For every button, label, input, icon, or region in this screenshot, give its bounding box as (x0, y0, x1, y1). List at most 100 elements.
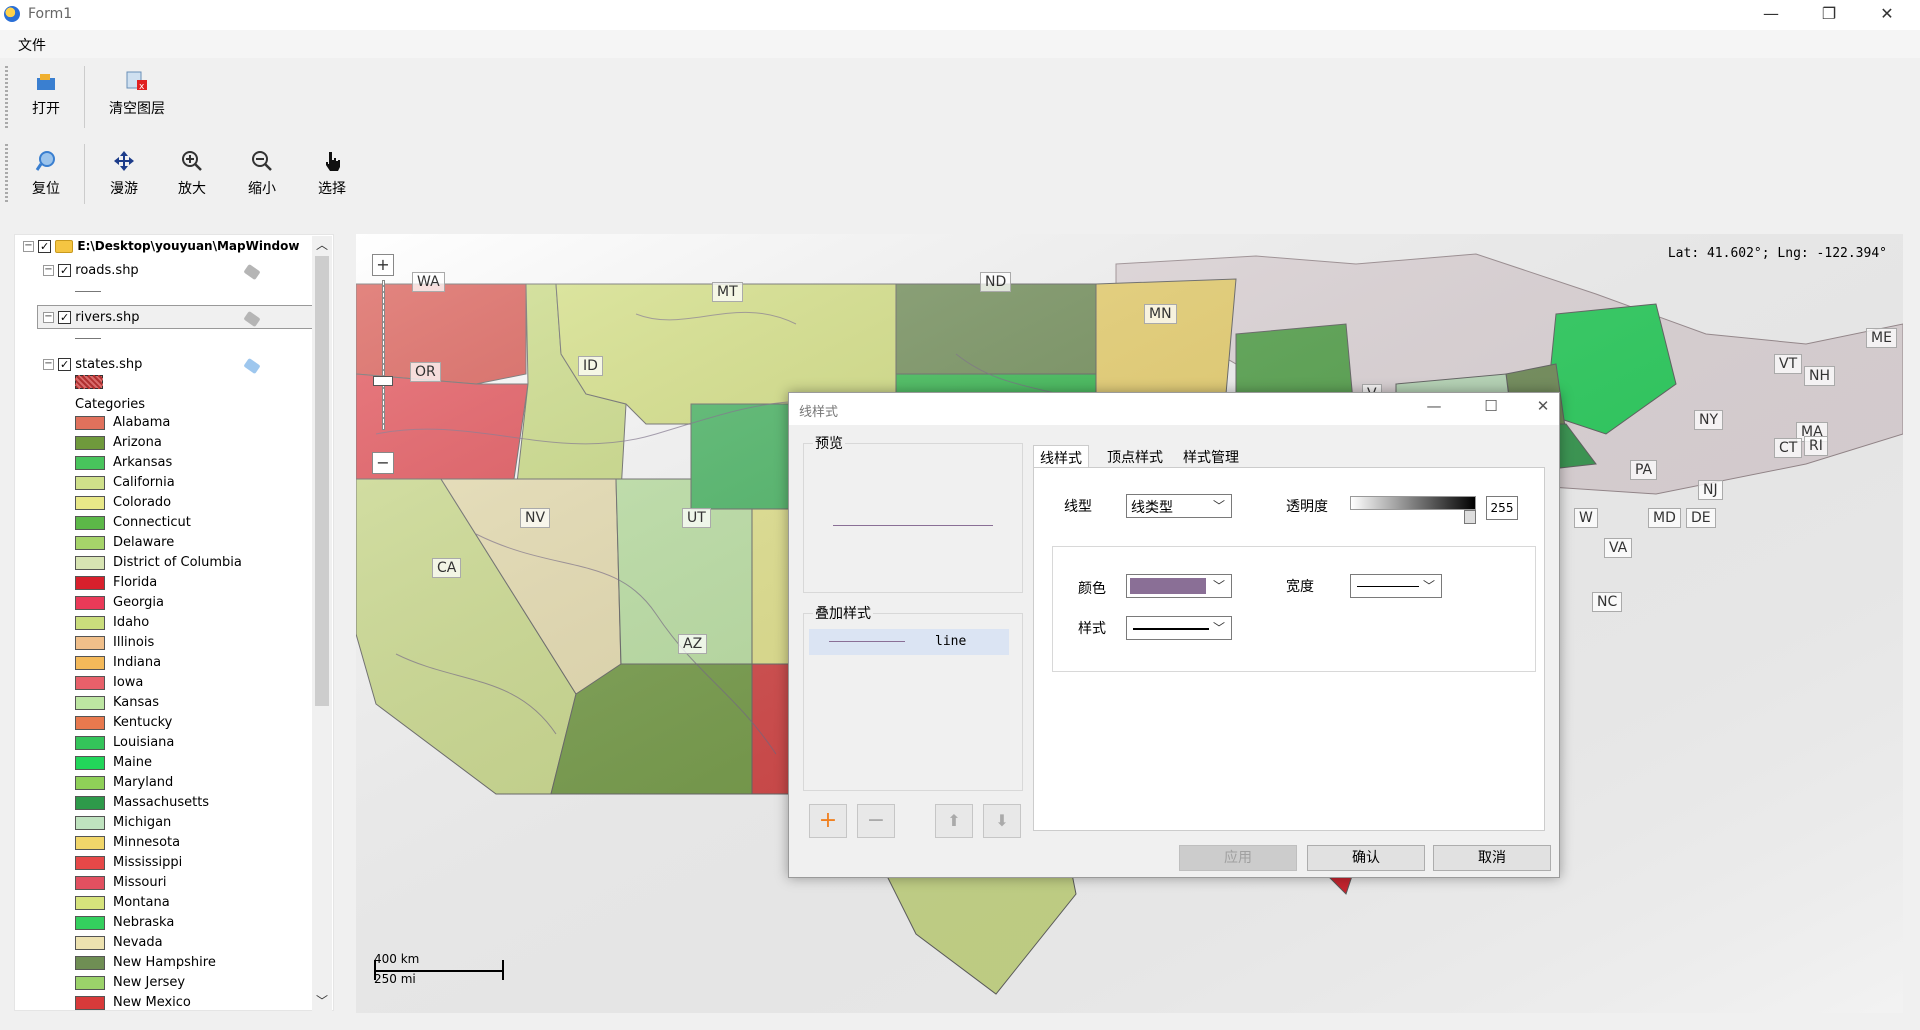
category-item[interactable]: Michigan (75, 815, 171, 835)
minimize-button[interactable]: — (1742, 0, 1800, 30)
line-type-select[interactable]: 线类型 ﹀ (1126, 494, 1232, 518)
line-symbol (75, 338, 101, 339)
opacity-slider[interactable] (1350, 496, 1476, 510)
dialog-minimize-button[interactable]: — (1414, 397, 1454, 421)
cancel-button[interactable]: 取消 (1433, 845, 1551, 871)
scroll-thumb[interactable] (315, 256, 329, 706)
reset-button[interactable]: 复位 (22, 150, 70, 198)
category-item[interactable]: Arkansas (75, 455, 172, 475)
category-item[interactable]: Kansas (75, 695, 159, 715)
zoom-in-map-button[interactable]: + (372, 254, 394, 276)
category-item[interactable]: Delaware (75, 535, 174, 555)
width-select[interactable]: ﹀ (1350, 574, 1442, 598)
apply-button[interactable]: 应用 (1179, 845, 1297, 871)
zoom-out-label: 缩小 (248, 181, 276, 197)
scroll-down-icon[interactable]: ﹀ (315, 994, 329, 1008)
category-swatch (75, 435, 105, 450)
layer-states[interactable]: − ✓ states.shp (43, 357, 142, 372)
category-label: Maryland (113, 775, 174, 790)
category-item[interactable]: Idaho (75, 615, 149, 635)
state-label-ri: RI (1804, 436, 1828, 456)
toolbar-grip[interactable] (5, 66, 8, 128)
label-tag-icon[interactable] (243, 357, 261, 375)
category-item[interactable]: Alabama (75, 415, 170, 435)
category-item[interactable]: New Hampshire (75, 955, 216, 975)
zoom-slider-track[interactable] (382, 280, 385, 430)
layer-rivers[interactable]: − ✓ rivers.shp (43, 310, 139, 325)
category-item[interactable]: Massachusetts (75, 795, 209, 815)
category-item[interactable]: Florida (75, 575, 157, 595)
opacity-slider-thumb[interactable] (1464, 510, 1476, 524)
category-item[interactable]: Connecticut (75, 515, 191, 535)
open-button[interactable]: 打开 (22, 70, 70, 118)
tree-root[interactable]: − ✓ E:\Desktop\youyuan\MapWindow (23, 239, 299, 254)
remove-style-button[interactable]: − (857, 804, 895, 838)
category-item[interactable]: Louisiana (75, 735, 174, 755)
zoom-slider-thumb[interactable] (373, 376, 393, 386)
zoom-out-map-button[interactable]: − (372, 452, 394, 474)
clear-layers-button[interactable]: x 清空图层 (100, 70, 174, 118)
category-item[interactable]: Indiana (75, 655, 161, 675)
layer-checkbox[interactable]: ✓ (58, 264, 72, 277)
color-select[interactable]: ﹀ (1126, 574, 1232, 598)
root-checkbox[interactable]: ✓ (38, 240, 52, 253)
collapse-icon[interactable]: − (43, 359, 54, 370)
category-item[interactable]: Missouri (75, 875, 167, 895)
category-item[interactable]: Nebraska (75, 915, 174, 935)
add-style-button[interactable]: + (809, 804, 847, 838)
category-item[interactable]: Maryland (75, 775, 173, 795)
legend-scrollbar[interactable]: ︿ ﹀ (312, 236, 332, 1012)
category-item[interactable]: Arizona (75, 435, 162, 455)
pan-button[interactable]: 漫游 (100, 150, 148, 198)
category-item[interactable]: Georgia (75, 595, 164, 615)
layer-checkbox[interactable]: ✓ (58, 358, 72, 371)
category-item[interactable]: Nevada (75, 935, 163, 955)
state-label-ca: CA (432, 558, 462, 578)
category-item[interactable]: Kentucky (75, 715, 172, 735)
opacity-value-input[interactable]: 255 (1486, 496, 1518, 520)
category-item[interactable]: Minnesota (75, 835, 180, 855)
dialog-maximize-button[interactable]: ☐ (1471, 397, 1511, 421)
collapse-icon[interactable]: − (43, 312, 54, 323)
state-label-de: DE (1686, 508, 1716, 528)
state-label-vt: VT (1774, 354, 1803, 374)
category-item[interactable]: District of Columbia (75, 555, 242, 575)
dialog-close-button[interactable]: ✕ (1523, 397, 1563, 421)
category-item[interactable]: Maine (75, 755, 152, 775)
tab-style-manager[interactable]: 样式管理 (1177, 445, 1245, 469)
category-label: Michigan (113, 815, 172, 830)
collapse-icon[interactable]: − (23, 241, 34, 252)
collapse-icon[interactable]: − (43, 265, 54, 276)
move-up-button[interactable]: ⬆ (935, 804, 973, 838)
select-button[interactable]: 选择 (308, 150, 356, 198)
tab-vertex-style[interactable]: 顶点样式 (1101, 445, 1169, 469)
category-item[interactable]: Iowa (75, 675, 143, 695)
category-item[interactable]: New Mexico (75, 995, 191, 1010)
folder-icon (55, 240, 74, 253)
menu-file[interactable]: 文件 (18, 35, 46, 55)
state-ND (895, 283, 1097, 375)
category-item[interactable]: California (75, 475, 175, 495)
layer-checkbox[interactable]: ✓ (58, 311, 72, 324)
category-item[interactable]: Colorado (75, 495, 171, 515)
scale-line (374, 970, 504, 972)
category-label: Indiana (113, 655, 162, 670)
category-item[interactable]: Montana (75, 895, 170, 915)
layer-roads[interactable]: − ✓ roads.shp (43, 263, 139, 278)
zoom-in-button[interactable]: 放大 (168, 150, 216, 198)
category-item[interactable]: New Jersey (75, 975, 185, 995)
label-tag-icon[interactable] (243, 263, 261, 281)
close-button[interactable]: ✕ (1858, 0, 1916, 30)
maximize-button[interactable]: ❐ (1800, 0, 1858, 30)
move-down-button[interactable]: ⬇ (983, 804, 1021, 838)
zoom-out-button[interactable]: 缩小 (238, 150, 286, 198)
category-item[interactable]: Illinois (75, 635, 154, 655)
toolbar-grip[interactable] (5, 144, 8, 204)
tab-line-style[interactable]: 线样式 (1033, 445, 1089, 469)
overlay-list-item[interactable]: line (809, 629, 1009, 655)
state-label-me: ME (1866, 328, 1897, 348)
category-item[interactable]: Mississippi (75, 855, 182, 875)
style-select[interactable]: ﹀ (1126, 616, 1232, 640)
scroll-up-icon[interactable]: ︿ (315, 238, 329, 252)
ok-button[interactable]: 确认 (1307, 845, 1425, 871)
